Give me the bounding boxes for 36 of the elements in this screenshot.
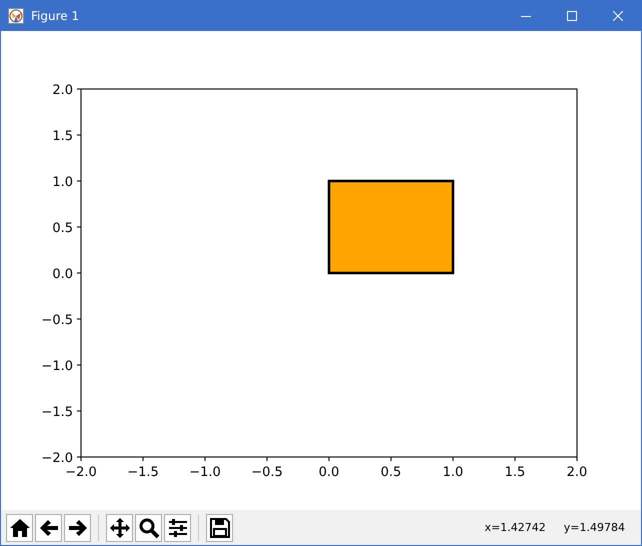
x-tick-label: −1.5 [127,465,159,480]
pan-icon [108,516,130,538]
back-arrow-button[interactable] [35,514,62,542]
zoom-button[interactable] [135,514,162,542]
zoom-icon [138,516,160,538]
sliders-icon [166,516,188,538]
sliders-button[interactable] [164,514,191,542]
app-icon [8,8,24,24]
y-tick-label: −2.0 [41,451,73,466]
x-tick-label: −2.0 [65,465,97,480]
close-icon [613,11,623,21]
x-tick-label: 1.0 [442,465,464,480]
y-tick-label: −1.0 [41,359,73,374]
y-tick-label: 0.5 [52,221,73,236]
save-button[interactable] [206,514,233,542]
y-tick-label: 1.0 [52,175,73,190]
home-icon [8,516,30,538]
x-tick-label: 2.0 [566,465,588,480]
maximize-icon [567,11,577,21]
y-tick-label: 1.5 [52,129,73,144]
y-tick-label: −0.5 [41,313,73,328]
forward-arrow-button[interactable] [64,514,91,542]
save-icon [208,516,230,538]
y-tick-label: −1.5 [41,405,73,420]
y-coordinate-readout: y=1.49784 [564,521,625,534]
x-coordinate-readout: x=1.42742 [484,521,546,534]
x-tick-label: 1.5 [504,465,526,480]
x-tick-label: −0.5 [251,465,283,480]
window-title: Figure 1 [31,9,80,23]
y-tick-label: 2.0 [52,83,73,98]
home-button[interactable] [6,514,33,542]
pan-button[interactable] [106,514,133,542]
x-tick-label: −1.0 [189,465,221,480]
y-tick-label: 0.0 [52,267,73,282]
x-tick-label: 0.0 [318,465,340,480]
x-tick-label: 0.5 [380,465,402,480]
